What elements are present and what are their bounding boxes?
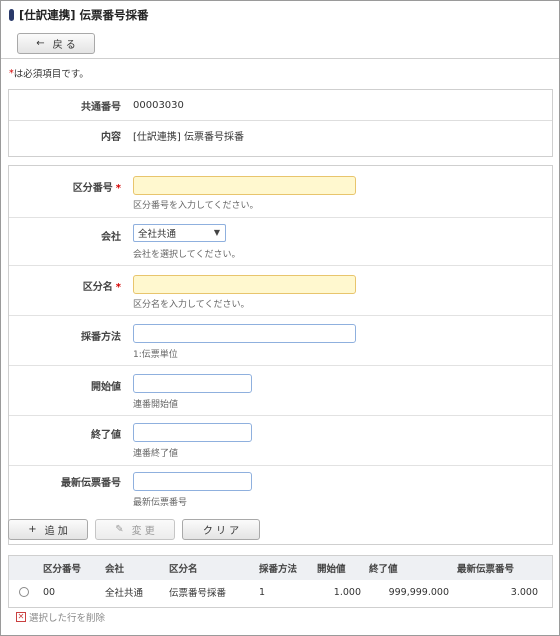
field-label: 最新伝票番号	[61, 478, 121, 489]
cell-category-name: 伝票番号採番	[169, 588, 227, 599]
company-select-value: 全社共通	[138, 229, 177, 240]
row-select-radio[interactable]	[19, 587, 29, 597]
cell-company: 全社共通	[105, 588, 144, 599]
table-header-row: 区分番号 会社 区分名 採番方法 開始値 終了値 最新伝票番号	[9, 556, 552, 580]
company-select[interactable]: 全社共通 ▼	[133, 224, 226, 242]
info-panel: 共通番号 00003030 内容 [仕訳連携] 伝票番号採番	[8, 89, 553, 157]
delete-icon: ✕	[16, 612, 26, 622]
page: [仕訳連携] 伝票番号採番 ← 戻 る * は必須項目です。 共通番号 0000…	[0, 0, 560, 636]
field-hint: 連番終了値	[133, 449, 179, 459]
start-value-input[interactable]	[133, 374, 252, 393]
clear-button[interactable]: ク リ ア	[182, 519, 260, 540]
field-label: 会社	[101, 232, 121, 243]
required-mark: *	[115, 183, 121, 194]
info-value: 00003030	[133, 99, 184, 111]
field-label: 開始値	[91, 382, 121, 393]
back-button-label: 戻 る	[52, 40, 76, 51]
field-row-latest-no: 最新伝票番号 最新伝票番号	[9, 466, 552, 516]
cell-latest: 3.000	[510, 586, 538, 598]
column-header: 採番方法	[259, 564, 298, 575]
field-label-text: 区分番号	[72, 183, 113, 194]
column-header: 区分番号	[43, 564, 82, 575]
field-row-category-no: 区分番号 * 区分番号を入力してください。	[9, 166, 552, 218]
cell-start: 1.000	[333, 586, 361, 598]
edit-form: 区分番号 * 区分番号を入力してください。 会社 全社共通 ▼ 会社を選択してくだ…	[8, 165, 553, 545]
info-row-common-no: 共通番号 00003030	[9, 90, 552, 120]
category-no-input[interactable]	[133, 176, 356, 195]
cell-category-no: 00	[43, 586, 56, 598]
end-value-input[interactable]	[133, 423, 252, 442]
arrow-left-icon: ←	[36, 38, 45, 49]
required-note-text: は必須項目です。	[13, 69, 89, 80]
delete-selected-label: 選択した行を削除	[29, 613, 106, 624]
field-row-numbering-method: 採番方法 1:伝票単位	[9, 316, 552, 366]
field-row-category-name: 区分名 * 区分名を入力してください。	[9, 266, 552, 316]
pencil-icon: ✎	[115, 524, 124, 535]
field-hint: 最新伝票番号	[133, 498, 188, 508]
add-button[interactable]: + 追 加	[8, 519, 88, 540]
plus-icon: +	[28, 524, 37, 535]
field-label: 終了値	[91, 430, 121, 441]
column-header: 会社	[105, 564, 125, 575]
field-label: 区分名 *	[9, 278, 121, 293]
results-table: 区分番号 会社 区分名 採番方法 開始値 終了値 最新伝票番号 00 全社共通 …	[9, 556, 552, 604]
column-header: 終了値	[369, 564, 398, 575]
chevron-down-icon: ▼	[213, 228, 220, 237]
edit-button[interactable]: ✎ 変 更	[95, 519, 175, 540]
field-hint: 1:伝票単位	[133, 350, 178, 360]
field-row-company: 会社 全社共通 ▼ 会社を選択してください。	[9, 218, 552, 266]
toolbar: ← 戻 る	[1, 29, 559, 59]
field-label: 区分番号 *	[9, 179, 121, 194]
results-table-panel: 区分番号 会社 区分名 採番方法 開始値 終了値 最新伝票番号 00 全社共通 …	[8, 555, 553, 608]
field-row-start-value: 開始値 連番開始値	[9, 366, 552, 416]
back-button[interactable]: ← 戻 る	[17, 33, 95, 54]
info-row-content: 内容 [仕訳連携] 伝票番号採番	[9, 120, 552, 150]
delete-selected-button[interactable]: ✕ 選択した行を削除	[16, 610, 105, 624]
column-header-select	[9, 556, 39, 580]
form-actions: + 追 加 ✎ 変 更 ク リ ア	[8, 519, 267, 540]
add-button-label: 追 加	[44, 526, 68, 537]
clear-button-label: ク リ ア	[202, 526, 240, 537]
cell-end: 999,999.000	[388, 586, 449, 598]
page-title: [仕訳連携] 伝票番号採番	[19, 8, 149, 22]
info-value: [仕訳連携] 伝票番号採番	[133, 132, 244, 143]
field-hint: 連番開始値	[133, 400, 179, 410]
numbering-method-input[interactable]	[133, 324, 356, 343]
field-hint: 区分番号を入力してください。	[133, 201, 259, 211]
category-name-input[interactable]	[133, 275, 356, 294]
field-hint: 区分名を入力してください。	[133, 300, 250, 310]
field-label-text: 区分名	[82, 282, 113, 293]
title-marker	[9, 9, 14, 21]
column-header: 開始値	[317, 564, 346, 575]
column-header: 区分名	[169, 564, 198, 575]
table-row[interactable]: 00 全社共通 伝票番号採番 1 1.000 999,999.000 3.000	[9, 580, 552, 604]
field-row-end-value: 終了値 連番終了値	[9, 416, 552, 466]
field-label: 採番方法	[81, 332, 121, 343]
field-hint: 会社を選択してください。	[133, 250, 241, 260]
latest-no-input[interactable]	[133, 472, 252, 491]
edit-button-label: 変 更	[131, 526, 155, 537]
page-header: [仕訳連携] 伝票番号採番	[1, 1, 559, 29]
required-note: * は必須項目です。	[1, 59, 559, 87]
required-mark: *	[115, 282, 121, 293]
cell-method: 1	[259, 586, 266, 598]
column-header: 最新伝票番号	[457, 564, 515, 575]
info-label: 共通番号	[81, 101, 121, 113]
info-label: 内容	[101, 132, 121, 143]
